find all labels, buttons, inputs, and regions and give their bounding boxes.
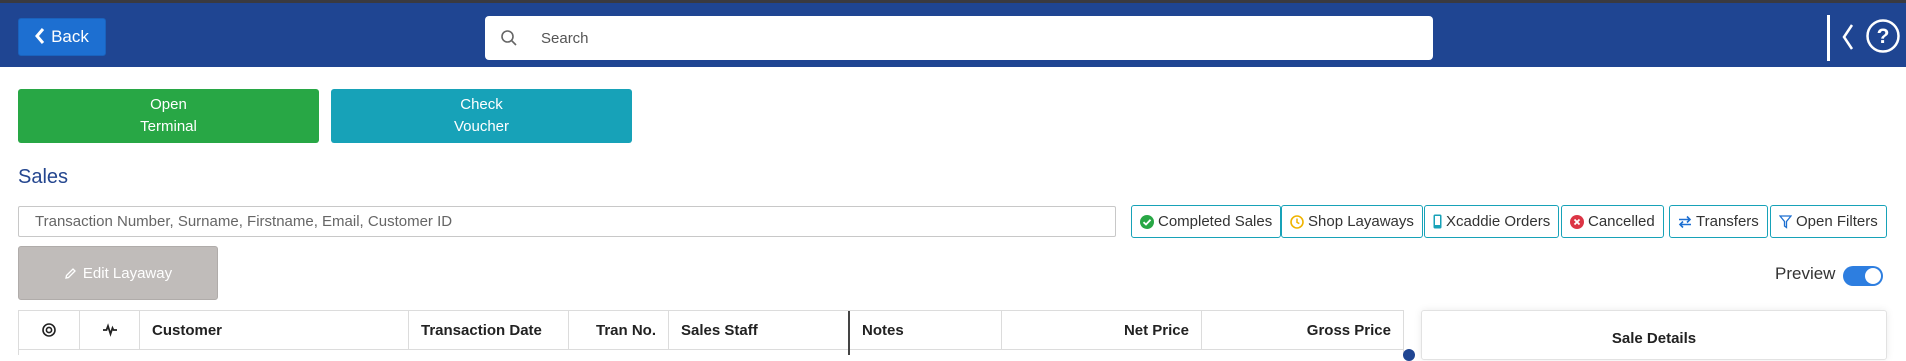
check-circle-icon	[1140, 214, 1154, 229]
preview-label: Preview	[1775, 264, 1836, 283]
toggle-knob	[1865, 268, 1881, 284]
open-filters-label: Open Filters	[1796, 213, 1878, 230]
check-voucher-line2: Voucher	[453, 118, 510, 135]
svg-text:?: ?	[1877, 25, 1890, 48]
help-icon[interactable]: ?	[1865, 18, 1901, 54]
scroll-handle[interactable]	[1403, 349, 1415, 361]
edit-layaway-label: Edit Layaway	[82, 264, 173, 282]
target-icon	[42, 323, 56, 337]
open-terminal-line2: Terminal	[140, 118, 197, 135]
sales-title: Sales	[18, 166, 69, 188]
clock-icon	[1290, 214, 1304, 229]
xcaddie-orders-filter[interactable]: Xcaddie Orders	[1424, 205, 1560, 238]
shop-layaways-filter[interactable]: Shop Layaways	[1281, 205, 1423, 238]
completed-sales-label: Completed Sales	[1158, 213, 1273, 230]
search-icon	[485, 16, 533, 60]
topbar-divider	[1827, 15, 1830, 61]
column-splitter[interactable]	[848, 349, 850, 355]
open-filters-button[interactable]: Open Filters	[1770, 205, 1887, 238]
preview-toggle[interactable]	[1843, 266, 1883, 286]
transfers-label: Transfers	[1696, 213, 1759, 230]
xcaddie-orders-label: Xcaddie Orders	[1446, 213, 1551, 230]
back-label: Back	[51, 27, 89, 46]
cancelled-filter[interactable]: Cancelled	[1561, 205, 1664, 238]
cancel-circle-icon	[1570, 214, 1584, 229]
collapse-icon[interactable]	[1838, 19, 1858, 55]
check-voucher-button[interactable]: Check Voucher	[331, 89, 632, 143]
sales-search-input[interactable]	[18, 206, 1116, 237]
col-notes[interactable]: Notes	[850, 311, 1002, 349]
col-gross-price[interactable]: Gross Price	[1202, 311, 1403, 349]
pencil-icon	[65, 267, 76, 279]
col-customer[interactable]: Customer	[140, 311, 409, 349]
cancelled-label: Cancelled	[1588, 213, 1655, 230]
mobile-icon	[1433, 214, 1442, 229]
edit-layaway-button[interactable]: Edit Layaway	[18, 246, 218, 300]
transfers-filter[interactable]: Transfers	[1669, 205, 1768, 238]
sale-details-panel: Sale Details	[1421, 310, 1887, 360]
table-body	[18, 349, 1404, 355]
search-input[interactable]	[541, 29, 1401, 47]
shop-layaways-label: Shop Layaways	[1308, 213, 1414, 230]
col-net-price[interactable]: Net Price	[1002, 311, 1202, 349]
transfer-arrows-icon	[1678, 215, 1692, 228]
top-bar: Back ?	[0, 0, 1906, 67]
check-voucher-line1: Check	[460, 96, 503, 113]
col-sales-staff[interactable]: Sales Staff	[669, 311, 850, 349]
sales-table-header: Customer Transaction Date Tran No. Sales…	[18, 310, 1404, 350]
pulse-icon	[102, 323, 117, 337]
col-transaction-date[interactable]: Transaction Date	[409, 311, 569, 349]
open-terminal-button[interactable]: Open Terminal	[18, 89, 319, 143]
back-button[interactable]: Back	[18, 18, 106, 56]
chevron-left-icon	[35, 27, 45, 47]
completed-sales-filter[interactable]: Completed Sales	[1131, 205, 1282, 238]
global-search	[485, 16, 1433, 60]
filter-icon	[1779, 214, 1792, 229]
activity-column-header[interactable]	[80, 311, 140, 349]
sale-details-title: Sale Details	[1611, 330, 1697, 347]
select-column-header[interactable]	[19, 311, 80, 349]
col-tran-no[interactable]: Tran No.	[569, 311, 669, 349]
open-terminal-line1: Open	[150, 96, 187, 113]
